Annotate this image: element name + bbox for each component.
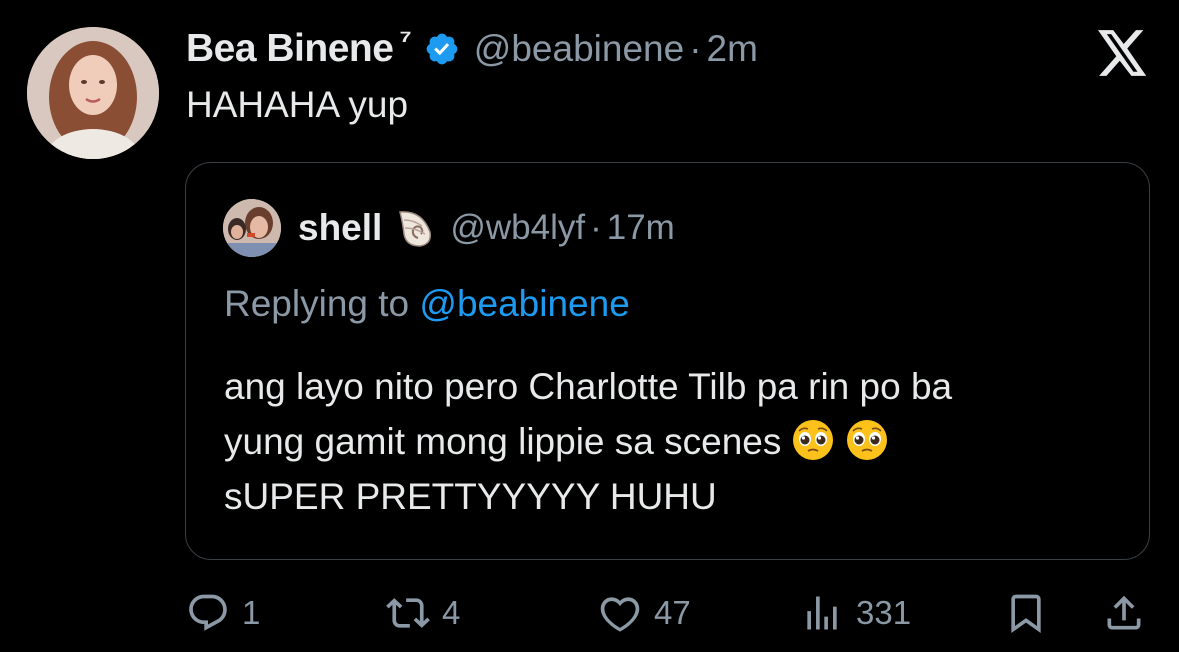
- x-logo-icon[interactable]: [1098, 30, 1148, 76]
- quoted-handle[interactable]: @wb4lyf: [450, 208, 585, 248]
- verified-badge-icon: [426, 33, 458, 65]
- replying-to: Replying to @beabinene: [224, 283, 630, 325]
- spiral-shell-emoji-icon: [399, 211, 432, 247]
- replying-mention-link[interactable]: @beabinene: [419, 283, 629, 324]
- repost-icon: [386, 598, 430, 628]
- pleading-face-emoji-icon: [847, 420, 888, 460]
- like-button[interactable]: 47: [598, 586, 691, 640]
- quoted-text: ang layo nito pero Charlotte Tilb pa rin…: [224, 359, 1124, 524]
- replying-prefix: Replying to: [224, 283, 410, 324]
- display-name[interactable]: Bea Binene: [186, 27, 394, 71]
- heart-icon: [600, 597, 640, 632]
- share-icon: [1107, 595, 1141, 630]
- bookmark-button[interactable]: [1004, 586, 1048, 640]
- handle[interactable]: @beabinene: [474, 28, 684, 70]
- share-button[interactable]: [1102, 586, 1146, 640]
- repost-count: 4: [442, 594, 461, 631]
- views-count: 331: [856, 594, 912, 631]
- like-count: 47: [654, 594, 691, 631]
- tweet-header: Bea Binene ⁷ @beabinene · 2m: [186, 22, 758, 76]
- reply-count: 1: [242, 594, 261, 631]
- quoted-text-line-3: sUPER PRETTYYYYY HUHU: [224, 476, 717, 517]
- reply-button[interactable]: 1: [186, 586, 260, 640]
- separator: ·: [689, 28, 702, 69]
- reply-icon: [189, 594, 227, 631]
- pleading-face-emoji-icon: [793, 420, 834, 460]
- views-button[interactable]: 331: [800, 586, 911, 640]
- timestamp[interactable]: 2m: [707, 28, 758, 70]
- quoted-tweet[interactable]: shell @wb4lyf · 17m Replying to @beabine…: [185, 162, 1150, 560]
- bookmark-icon: [1011, 594, 1041, 634]
- quoted-text-line-2: yung gamit mong lippie sa scenes: [224, 421, 782, 462]
- quoted-text-line-2-wrap: yung gamit mong lippie sa scenes: [224, 414, 1124, 469]
- tweet-text: HAHAHA yup: [186, 84, 409, 125]
- repost-button[interactable]: 4: [386, 586, 460, 640]
- quoted-header: shell @wb4lyf · 17m: [298, 203, 675, 253]
- avatar[interactable]: [27, 27, 159, 159]
- quoted-timestamp[interactable]: 17m: [607, 208, 675, 248]
- quoted-text-line-1: ang layo nito pero Charlotte Tilb pa rin…: [224, 366, 953, 407]
- views-chart-icon: [807, 596, 837, 630]
- quoted-avatar[interactable]: [223, 199, 281, 257]
- quoted-display-name[interactable]: shell: [298, 207, 382, 249]
- action-bar: 1 4 47 331: [0, 586, 1179, 640]
- name-suffix: ⁷: [399, 24, 412, 57]
- quoted-separator: ·: [590, 208, 602, 247]
